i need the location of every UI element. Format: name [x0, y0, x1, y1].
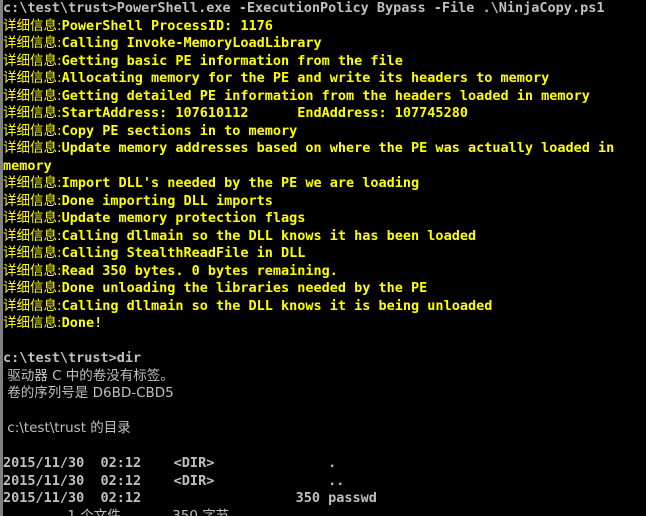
command-line-dir: c:\test\trust>dir: [3, 350, 646, 368]
verbose-line-6: 详细信息:Copy PE sections in to memory: [3, 123, 646, 141]
verbose-prefix: 详细信息:: [3, 298, 62, 314]
verbose-text: Done unloading the libraries needed by t…: [62, 280, 428, 296]
verbose-prefix: 详细信息:: [3, 263, 62, 279]
blank-line-1: [3, 333, 646, 351]
verbose-prefix: 详细信息:: [3, 105, 62, 121]
verbose-line-15: 详细信息:Done unloading the libraries needed…: [3, 280, 646, 298]
dir-volume-label: 驱动器 C 中的卷没有标签。: [3, 368, 646, 386]
verbose-text: Update memory protection flags: [62, 210, 306, 226]
verbose-prefix: 详细信息:: [3, 88, 62, 104]
command-line-powershell: c:\test\trust>PowerShell.exe -ExecutionP…: [3, 0, 646, 18]
verbose-line-12: 详细信息:Calling dllmain so the DLL knows it…: [3, 228, 646, 246]
verbose-text: Allocating memory for the PE and write i…: [62, 70, 550, 86]
verbose-prefix: 详细信息:: [3, 70, 62, 86]
verbose-text: Getting basic PE information from the fi…: [62, 53, 403, 69]
verbose-line-17: 详细信息:Done!: [3, 315, 646, 333]
dir-entry-row: 2015/11/30 02:12 350 passwd: [3, 490, 646, 508]
verbose-line-5: 详细信息:StartAddress: 107610112 EndAddress:…: [3, 105, 646, 123]
verbose-line-1: 详细信息:Calling Invoke-MemoryLoadLibrary: [3, 35, 646, 53]
verbose-text: PowerShell ProcessID: 1176: [62, 18, 273, 34]
verbose-text: Calling Invoke-MemoryLoadLibrary: [62, 35, 322, 51]
verbose-text: Getting detailed PE information from the…: [62, 88, 590, 104]
blank-line-3: [3, 438, 646, 456]
verbose-line-2: 详细信息:Getting basic PE information from t…: [3, 53, 646, 71]
verbose-prefix: 详细信息:: [3, 18, 62, 34]
dir-volume-serial: 卷的序列号是 D6BD-CBD5: [3, 385, 646, 403]
verbose-line-13: 详细信息:Calling StealthReadFile in DLL: [3, 245, 646, 263]
verbose-line-3: 详细信息:Allocating memory for the PE and wr…: [3, 70, 646, 88]
verbose-prefix: 详细信息:: [3, 210, 62, 226]
verbose-text-wrapped: memory: [3, 158, 52, 174]
dir-directory-of: c:\test\trust 的目录: [3, 420, 646, 438]
verbose-line-10: 详细信息:Done importing DLL imports: [3, 193, 646, 211]
dir-entry-row: 2015/11/30 02:12 <DIR> ..: [3, 473, 646, 491]
verbose-prefix: 详细信息:: [3, 245, 62, 261]
verbose-prefix: 详细信息:: [3, 53, 62, 69]
blank-line-2: [3, 403, 646, 421]
console-screen[interactable]: c:\test\trust>PowerShell.exe -ExecutionP…: [3, 0, 646, 516]
verbose-line-7: 详细信息:Update memory addresses based on wh…: [3, 140, 646, 158]
dir-summary-files: 1 个文件 350 字节: [3, 508, 646, 516]
verbose-prefix: 详细信息:: [3, 228, 62, 244]
verbose-prefix: 详细信息:: [3, 280, 62, 296]
verbose-line-4: 详细信息:Getting detailed PE information fro…: [3, 88, 646, 106]
verbose-text: Done importing DLL imports: [62, 193, 273, 209]
verbose-text: Done!: [62, 315, 103, 331]
verbose-line-0: 详细信息:PowerShell ProcessID: 1176: [3, 18, 646, 36]
verbose-prefix: 详细信息:: [3, 315, 62, 331]
verbose-line-14: 详细信息:Read 350 bytes. 0 bytes remaining.: [3, 263, 646, 281]
verbose-line-8-wrap: memory: [3, 158, 646, 176]
verbose-prefix: 详细信息:: [3, 35, 62, 51]
console-window[interactable]: c:\test\trust>PowerShell.exe -ExecutionP…: [0, 0, 646, 516]
verbose-prefix: 详细信息:: [3, 193, 62, 209]
verbose-text: Read 350 bytes. 0 bytes remaining.: [62, 263, 338, 279]
verbose-text: StartAddress: 107610112 EndAddress: 1077…: [62, 105, 468, 121]
verbose-line-11: 详细信息:Update memory protection flags: [3, 210, 646, 228]
verbose-text: Update memory addresses based on where t…: [62, 140, 615, 156]
verbose-line-16: 详细信息:Calling dllmain so the DLL knows it…: [3, 298, 646, 316]
verbose-text: Import DLL's needed by the PE we are loa…: [62, 175, 420, 191]
verbose-text: Calling StealthReadFile in DLL: [62, 245, 306, 261]
verbose-text: Calling dllmain so the DLL knows it has …: [62, 228, 477, 244]
verbose-prefix: 详细信息:: [3, 175, 62, 191]
verbose-text: Calling dllmain so the DLL knows it is b…: [62, 298, 493, 314]
verbose-text: Copy PE sections in to memory: [62, 123, 298, 139]
verbose-prefix: 详细信息:: [3, 123, 62, 139]
verbose-line-9: 详细信息:Import DLL's needed by the PE we ar…: [3, 175, 646, 193]
verbose-prefix: 详细信息:: [3, 140, 62, 156]
dir-entry-row: 2015/11/30 02:12 <DIR> .: [3, 455, 646, 473]
